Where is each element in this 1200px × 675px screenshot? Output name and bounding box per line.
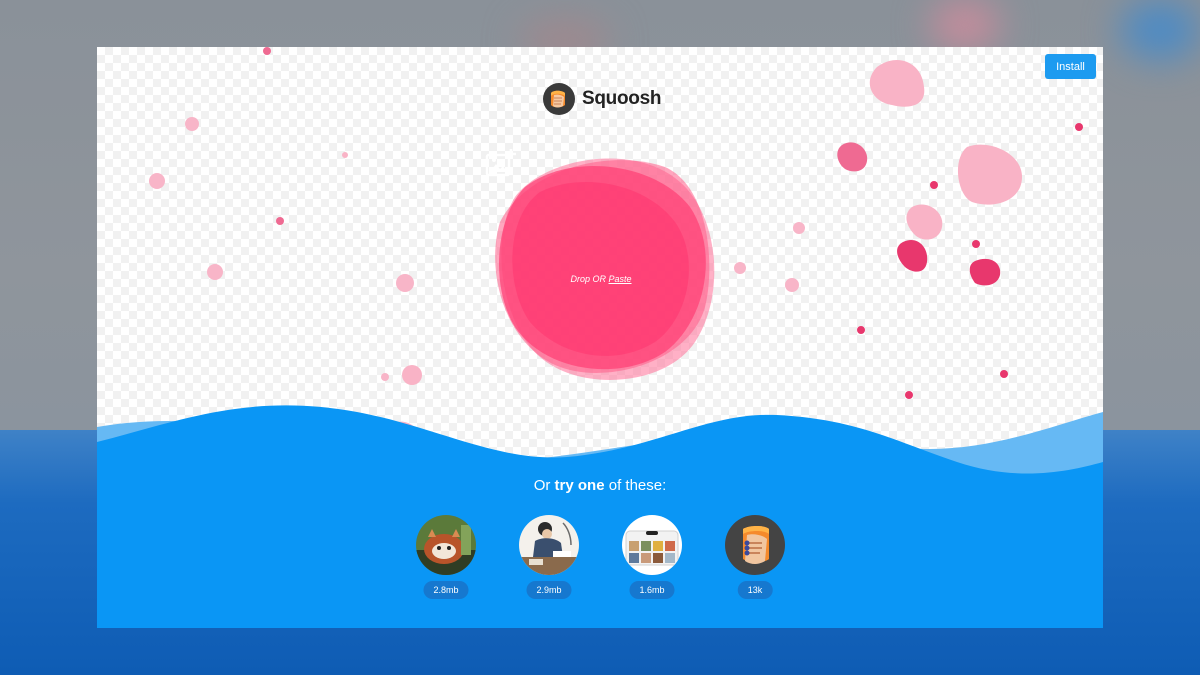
drop-instructions: Drop OR Paste [485, 274, 717, 284]
app-name: Squoosh [582, 88, 662, 109]
hand-logo-thumbnail[interactable] [725, 515, 785, 575]
sample-intro-suffix: of these: [604, 477, 667, 494]
person-drawing-thumbnail[interactable] [519, 515, 579, 575]
sample-images-list: 2.8mb 2.9mb 1.6mb 13k [97, 515, 1103, 605]
sample-hand-logo[interactable]: 13k [715, 515, 795, 605]
add-image-icon [485, 149, 516, 177]
file-size-badge: 2.9mb [526, 581, 572, 599]
sample-red-panda[interactable]: 2.8mb [406, 515, 486, 605]
sample-phone-screenshot[interactable]: 1.6mb [612, 515, 692, 605]
sample-person-drawing[interactable]: 2.9mb [509, 515, 589, 605]
install-button[interactable]: Install [1045, 54, 1096, 79]
squoosh-logo-icon [543, 83, 575, 115]
file-size-badge: 1.6mb [629, 581, 675, 599]
drop-label: Drop OR [570, 274, 609, 284]
drop-zone-blob [495, 158, 715, 380]
file-size-badge: 13k [737, 581, 773, 599]
sample-intro-bold: try one [554, 477, 605, 494]
image-drop-zone[interactable]: Drop OR Paste [485, 147, 717, 382]
red-panda-thumbnail[interactable] [416, 515, 476, 575]
sample-intro: Or try one of these: [97, 477, 1103, 494]
app-branding: Squoosh [542, 82, 661, 116]
sample-intro-prefix: Or [533, 477, 555, 494]
phone-screenshot-thumbnail[interactable] [622, 515, 682, 575]
paste-link[interactable]: Paste [609, 274, 632, 284]
file-size-badge: 2.8mb [423, 581, 469, 599]
app-window: Install Squoosh Drop OR Paste Or try one… [97, 47, 1103, 628]
